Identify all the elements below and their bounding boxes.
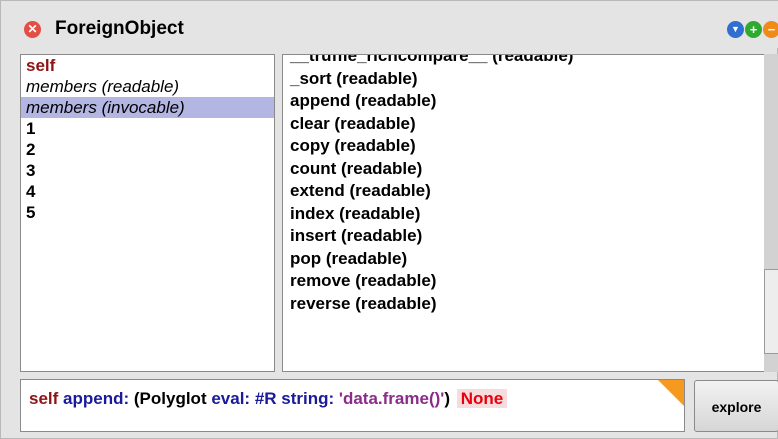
- value-item[interactable]: count (readable): [290, 158, 573, 181]
- explore-button[interactable]: explore: [694, 380, 778, 432]
- value-item[interactable]: insert (readable): [290, 225, 573, 248]
- window-title: ForeignObject: [55, 18, 184, 39]
- value-list: __truffle_richcompare__ (readable) _sort …: [290, 55, 573, 316]
- value-item[interactable]: pop (readable): [290, 248, 573, 271]
- code-eval-keyword: eval:: [211, 389, 251, 408]
- field-item[interactable]: 5: [21, 202, 274, 223]
- field-item[interactable]: 1: [21, 118, 274, 139]
- value-item[interactable]: append (readable): [290, 90, 573, 113]
- field-item[interactable]: members (invocable): [21, 97, 274, 118]
- code-string-keyword: string:: [281, 389, 335, 408]
- value-item[interactable]: reverse (readable): [290, 293, 573, 316]
- value-item[interactable]: _sort (readable): [290, 68, 573, 91]
- field-item[interactable]: members (readable): [21, 76, 274, 97]
- value-item[interactable]: __truffle_richcompare__ (readable): [290, 55, 573, 68]
- value-item[interactable]: copy (readable): [290, 135, 573, 158]
- code-close-paren: ): [444, 389, 450, 408]
- value-item[interactable]: index (readable): [290, 203, 573, 226]
- value-item[interactable]: remove (readable): [290, 270, 573, 293]
- code-selector: append:: [63, 389, 130, 408]
- value-pane[interactable]: __truffle_richcompare__ (readable) _sort …: [282, 54, 778, 372]
- close-icon[interactable]: ✕: [24, 21, 41, 38]
- modified-flag-icon: [658, 380, 684, 406]
- value-item[interactable]: extend (readable): [290, 180, 573, 203]
- scrollbar-thumb[interactable]: [764, 269, 778, 354]
- code-receiver: self: [29, 389, 59, 408]
- menu-icon[interactable]: ▼: [727, 21, 744, 38]
- code-class-name: Polyglot: [139, 389, 207, 408]
- expand-icon[interactable]: +: [745, 21, 762, 38]
- code-source-string: 'data.frame()': [338, 389, 445, 408]
- code-line[interactable]: self append: (Polyglot eval: #R string: …: [29, 389, 508, 409]
- title-bar[interactable]: ✕ ForeignObject ▼ + −: [1, 1, 778, 48]
- collapse-icon[interactable]: −: [763, 21, 778, 38]
- code-result: None: [456, 389, 508, 408]
- value-item[interactable]: clear (readable): [290, 113, 573, 136]
- code-language-symbol: #R: [254, 389, 277, 408]
- field-item[interactable]: 2: [21, 139, 274, 160]
- field-item[interactable]: self: [21, 55, 274, 76]
- field-item[interactable]: 3: [21, 160, 274, 181]
- field-list[interactable]: self members (readable) members (invocable…: [20, 54, 275, 372]
- code-pane[interactable]: self append: (Polyglot eval: #R string: …: [20, 379, 685, 432]
- field-item[interactable]: 4: [21, 181, 274, 202]
- inspector-window: ✕ ForeignObject ▼ + − self members (reada…: [0, 0, 778, 439]
